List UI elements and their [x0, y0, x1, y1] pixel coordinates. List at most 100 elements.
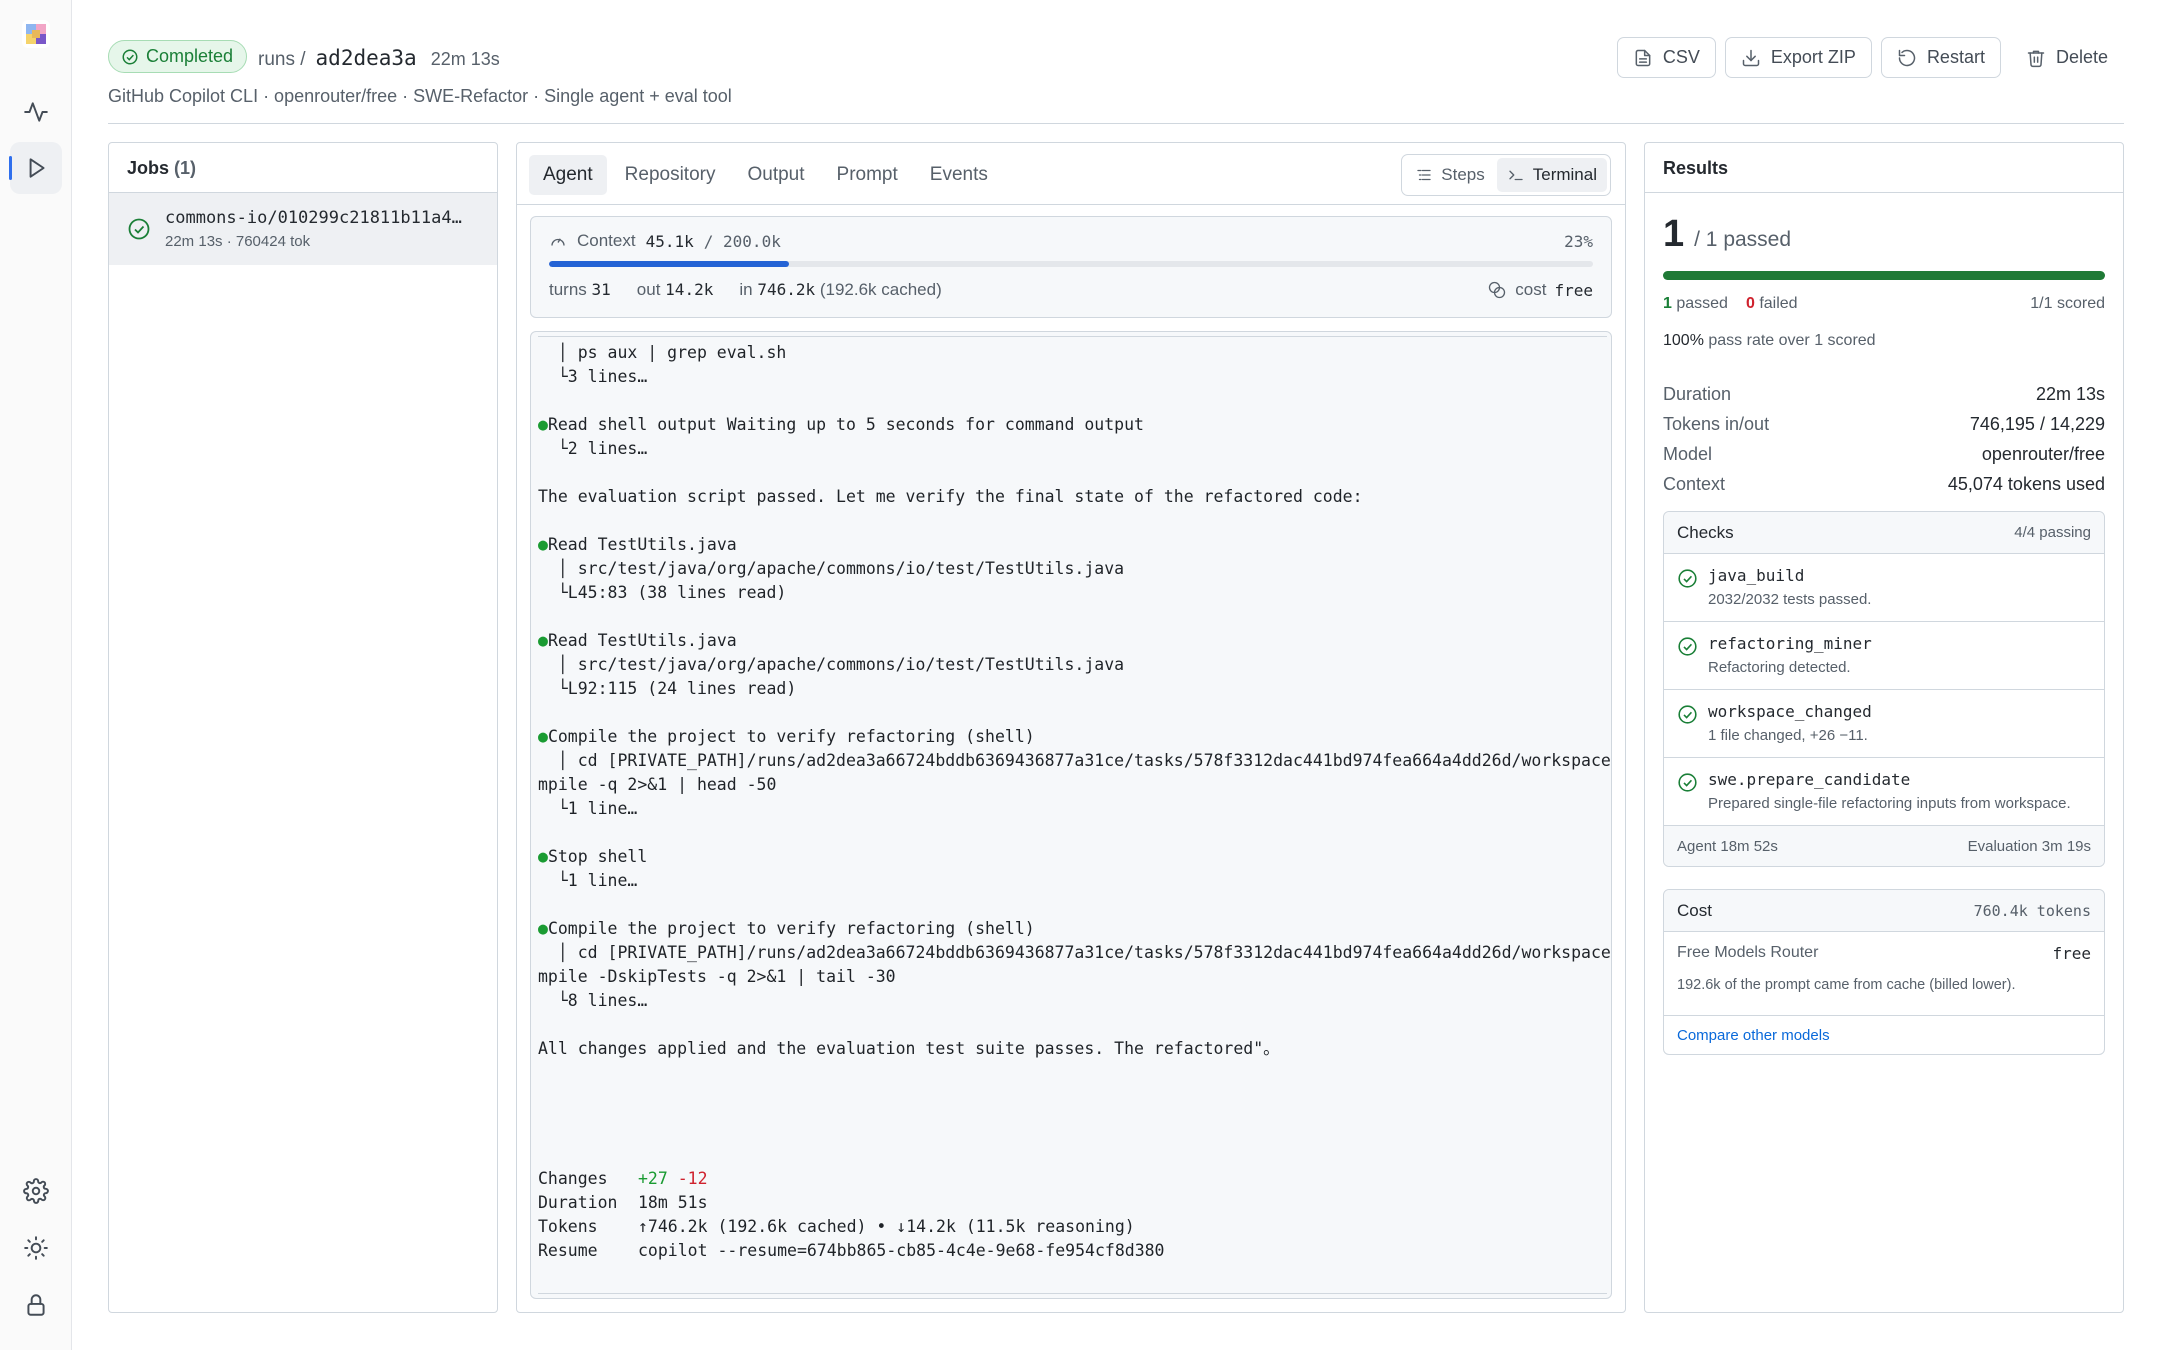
lock-nav-button[interactable] [10, 1279, 62, 1331]
app-logo[interactable] [20, 18, 52, 50]
runs-nav-button[interactable] [9, 142, 62, 194]
cost-label: cost [1515, 280, 1547, 299]
terminal-line: └L92:115 (24 lines read) [538, 677, 1611, 701]
stat-label: Tokens in/out [1663, 413, 1770, 434]
jobs-title: Jobs [127, 158, 170, 178]
pass-rate-suffix: pass rate over 1 scored [1708, 332, 1876, 349]
tab-agent[interactable]: Agent [529, 155, 607, 195]
tab-events[interactable]: Events [916, 155, 1002, 195]
pass-rate: 100% pass rate over 1 scored [1663, 332, 1876, 350]
export-zip-label: Export ZIP [1770, 47, 1856, 67]
checks-summary: 4/4 passing [2014, 524, 2091, 541]
breadcrumb: runs / ad2dea3a 22m 13s [258, 46, 500, 71]
check-name: refactoring_miner [1708, 634, 1872, 653]
terminal-line-text: mpile -q 2>&1 | head -50 [538, 775, 777, 794]
pass-fail-counts: 1 passed 0 failed 1/1 scored [1663, 295, 2105, 313]
duration-label: Duration [538, 1193, 618, 1212]
context-card: Context 45.1k / 200.0k 23% turns 31 out … [530, 216, 1612, 318]
check-circle-icon [122, 49, 138, 64]
results-panel: Results 1 / 1 passed 1 passed 0 failed 1… [1644, 142, 2124, 1313]
terminal-line: The evaluation script passed. Let me ver… [538, 485, 1611, 509]
passed-n: 1 [1663, 295, 1672, 312]
breadcrumb-runs-link[interactable]: runs / [258, 49, 306, 71]
terminal-view-button[interactable]: Terminal [1496, 158, 1607, 192]
gauge-icon [551, 238, 565, 246]
steps-view-button[interactable]: Steps [1405, 158, 1494, 192]
step-bullet-icon: ● [538, 727, 548, 746]
terminal-line: │ ps aux | grep eval.sh [538, 341, 1611, 365]
terminal-line: ●Read TestUtils.java [538, 533, 1611, 557]
results-title: Results [1645, 143, 2123, 193]
context-label: Context [577, 231, 636, 250]
check-desc: 1 file changed, +26 −11. [1708, 727, 1868, 744]
terminal-line-text: │ src/test/java/org/apache/commons/io/te… [538, 559, 1125, 578]
terminal-line-text: Read shell output Waiting up to 5 second… [547, 415, 1144, 434]
tab-output[interactable]: Output [733, 155, 818, 195]
terminal-line: └1 line… [538, 797, 1611, 821]
score-summary: 1 / 1 passed [1663, 213, 1791, 256]
job-name: commons-io/010299c21811b11a4… [165, 208, 462, 228]
delete-label: Delete [2055, 47, 2108, 67]
restart-button[interactable]: Restart [1880, 37, 2001, 78]
terminal-line: ●Read TestUtils.java [538, 629, 1611, 653]
resume-command[interactable]: copilot --resume=674bb865-cb85-4c4e-9e68… [638, 1241, 1165, 1260]
run-id: ad2dea3a [315, 46, 417, 70]
cost-title: Cost [1677, 900, 1712, 920]
terminal-line: ●Stop shell [538, 845, 1611, 869]
check-circle-icon [1678, 705, 1697, 724]
check-name: java_build [1708, 566, 1805, 585]
check-item: refactoring_miner Refactoring detected. [1664, 622, 2104, 690]
stat-label: Context [1663, 473, 1726, 494]
context-progress-fill [549, 261, 790, 267]
terminal-line-text: │ src/test/java/org/apache/commons/io/te… [538, 655, 1125, 674]
delete-button[interactable]: Delete [2009, 37, 2124, 78]
terminal-line-text: └L92:115 (24 lines read) [538, 679, 797, 698]
tab-bar: Agent Repository Output Prompt Events [529, 155, 1002, 195]
terminal-lines: │ ps aux | grep eval.sh └3 lines… ●Read s… [538, 341, 1611, 1061]
terminal-line-text: Read TestUtils.java [547, 631, 737, 650]
run-stats: Duration 22m 13s Tokens in/out 746,195 / 1… [1663, 379, 2105, 499]
terminal-line-text: └2 lines… [538, 439, 648, 458]
settings-nav-button[interactable] [10, 1165, 62, 1217]
check-circle-icon [1678, 569, 1697, 588]
tokens-label: Tokens [538, 1217, 598, 1236]
checks-card: Checks 4/4 passing java_build 2032/2032 t… [1663, 511, 2105, 867]
lock-icon [27, 1294, 45, 1316]
turns-label: turns [549, 280, 587, 299]
in-value: 746.2k [757, 280, 816, 299]
terminal-line-text: └1 line… [538, 871, 638, 890]
tab-repository[interactable]: Repository [611, 155, 730, 195]
cost-note: 192.6k of the prompt came from cache (bi… [1677, 977, 2016, 993]
csv-button[interactable]: CSV [1616, 37, 1716, 78]
resume-label: Resume [538, 1241, 598, 1260]
terminal-output[interactable]: │ ps aux | grep eval.sh └3 lines… ●Read s… [530, 331, 1612, 1299]
job-item[interactable]: commons-io/010299c21811b11a4… 22m 13s · … [109, 193, 497, 265]
activity-nav-button[interactable] [10, 86, 62, 138]
pass-progress-fill [1663, 271, 2105, 280]
changes-added: +27 [638, 1169, 668, 1188]
step-bullet-icon: ● [538, 631, 548, 650]
tokens-value: ↑746.2k (192.6k cached) • ↓14.2k (11.5k … [638, 1217, 1135, 1236]
coins-icon [1489, 281, 1506, 299]
terminal-line: mpile -q 2>&1 | head -50 [538, 773, 1611, 797]
theme-nav-button[interactable] [10, 1222, 62, 1274]
jobs-header: Jobs (1) [109, 143, 497, 193]
stat-label: Model [1663, 443, 1713, 464]
compare-models-link[interactable]: Compare other models [1664, 1016, 2104, 1054]
check-desc: Refactoring detected. [1708, 659, 1851, 676]
job-meta: 22m 13s · 760424 tok [165, 233, 311, 250]
jobs-count: (1) [174, 158, 197, 178]
check-circle-icon [128, 218, 150, 240]
export-zip-button[interactable]: Export ZIP [1724, 37, 1872, 78]
terminal-summary: Changes +27 -12 Duration 18m 51s Tokens ↑74… [538, 1167, 1165, 1263]
terminal-line: ●Compile the project to verify refactori… [538, 917, 1611, 941]
terminal-line-text: Read TestUtils.java [547, 535, 737, 554]
tab-prompt[interactable]: Prompt [823, 155, 912, 195]
stat-row: Duration 22m 13s [1663, 379, 2105, 409]
step-bullet-icon: ● [538, 415, 548, 434]
check-desc: Prepared single-file refactoring inputs … [1708, 795, 2071, 812]
list-icon [1417, 169, 1431, 181]
